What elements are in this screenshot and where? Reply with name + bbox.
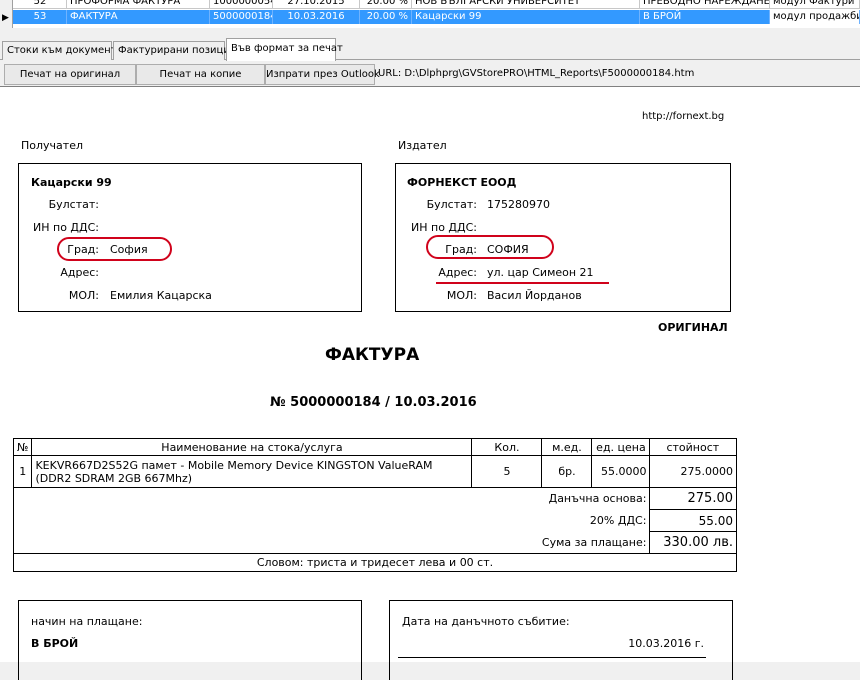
- col-header: ед. цена: [591, 438, 651, 456]
- issuer-address-label: Адрес:: [438, 266, 477, 279]
- tax-event-box: Дата на данъчното събитие: 10.03.2016 г.: [389, 600, 733, 680]
- col-header: Наименование на стока/услуга: [31, 438, 473, 456]
- cell-doc: 1000000054: [210, 0, 273, 9]
- item-name: KEKVR667D2S52G памет - Mobile Memory Dev…: [31, 455, 473, 488]
- selected-row-arrow-icon: ▶: [2, 13, 9, 23]
- invoice-number: № 5000000184 / 10.03.2016: [270, 395, 477, 410]
- send-outlook-button[interactable]: Изпрати през Outlook: [265, 64, 380, 85]
- col-header: м.ед.: [541, 438, 593, 456]
- invoice-title: ФАКТУРА: [325, 345, 420, 365]
- total-label: Сума за плащане:: [12, 531, 651, 554]
- issuer-city-highlight: [426, 235, 554, 259]
- col-header: №: [12, 438, 33, 456]
- site-url: http://fornext.bg: [642, 111, 725, 122]
- recipient-name: Кацарски 99: [31, 176, 112, 189]
- amount-in-words: Словом: триста и тридесет лева и 00 ст.: [13, 553, 737, 572]
- tab-document-items[interactable]: Стоки към документа: [2, 41, 123, 60]
- recipient-heading: Получател: [21, 139, 83, 152]
- cell-payment: ПРЕВОДНО НАРЕЖДАНЕ: [640, 0, 770, 9]
- issuer-bulstat-label: Булстат:: [426, 198, 477, 211]
- tax-event-date: 10.03.2016 г.: [628, 637, 704, 650]
- item-unit: бр.: [541, 455, 593, 488]
- payment-box: начин на плащане: В БРОЙ: [18, 600, 362, 680]
- cell-vat: 20.00 %: [360, 0, 412, 9]
- cell-module: модул продажби: [770, 10, 860, 24]
- cell-type: ПРОФОРМА ФАКТУРА: [67, 0, 210, 9]
- tax-base-value: 275.00: [649, 487, 737, 510]
- recipient-address-label: Адрес:: [60, 266, 99, 279]
- tab-print-format[interactable]: Във формат за печат: [226, 38, 343, 61]
- documents-grid[interactable]: 52 ПРОФОРМА ФАКТУРА 1000000054 27.10.201…: [0, 0, 860, 28]
- issuer-address: ул. цар Симеон 21: [487, 266, 594, 279]
- cell-client: Кацарски 99: [412, 10, 640, 24]
- vat-value: 55.00: [649, 509, 737, 532]
- cell-type: ФАКТУРА: [67, 10, 210, 24]
- grid-row-selected[interactable]: 53 ФАКТУРА 5000000184 10.03.2016 20.00 %…: [0, 10, 860, 24]
- item-num: 1: [12, 455, 33, 488]
- print-original-button[interactable]: Печат на оригинал: [4, 64, 136, 85]
- cell-vat: 20.00 %: [360, 10, 412, 24]
- cell-doc: 5000000184: [210, 10, 273, 24]
- cell-date: 10.03.2016: [273, 10, 360, 24]
- vat-label: 20% ДДС:: [12, 509, 651, 532]
- item-value: 275.0000: [649, 455, 737, 488]
- cell-num: 52: [14, 0, 67, 9]
- cell-module: модул Фактури: [770, 0, 860, 9]
- original-label: ОРИГИНАЛ: [658, 321, 728, 334]
- recipient-city-highlight: [57, 237, 172, 261]
- grid-row[interactable]: 52 ПРОФОРМА ФАКТУРА 1000000054 27.10.201…: [0, 0, 860, 9]
- tab-invoiced-positions[interactable]: Фактурирани позиции: [113, 41, 236, 60]
- cell-num: 53: [14, 10, 67, 24]
- tab-bar: Стоки към документа Фактурирани позиции …: [0, 38, 860, 61]
- issuer-vat-label: ИН по ДДС:: [411, 221, 477, 234]
- items-table: № Наименование на стока/услуга Кол. м.ед…: [12, 438, 737, 572]
- recipient-bulstat-label: Булстат:: [48, 198, 99, 211]
- issuer-mol: Васил Йорданов: [487, 289, 582, 302]
- recipient-mol: Емилия Кацарска: [110, 289, 212, 302]
- recipient-mol-label: МОЛ:: [68, 289, 99, 302]
- cell-date: 27.10.2015: [273, 0, 360, 9]
- item-price: 55.0000: [591, 455, 651, 488]
- toolbar: Печат на оригинал Печат на копие Изпрати…: [0, 63, 860, 86]
- tax-event-label: Дата на данъчното събитие:: [402, 615, 570, 628]
- issuer-name: ФОРНЕКСТ ЕООД: [407, 176, 517, 189]
- tax-base-label: Данъчна основа:: [12, 487, 651, 510]
- issuer-heading: Издател: [398, 139, 447, 152]
- col-header: Кол.: [471, 438, 543, 456]
- row-indicator: ▶: [0, 0, 13, 28]
- print-copy-button[interactable]: Печат на копие: [136, 64, 265, 85]
- recipient-vat-label: ИН по ДДС:: [33, 221, 99, 234]
- table-row: 1 KEKVR667D2S52G памет - Mobile Memory D…: [12, 455, 737, 488]
- payment-value: В БРОЙ: [31, 637, 79, 650]
- cell-payment: В БРОЙ: [640, 10, 770, 24]
- document-view[interactable]: http://fornext.bg Получател Издател Каца…: [0, 86, 860, 680]
- issuer-address-underline: [436, 282, 609, 284]
- tax-event-divider: [398, 657, 706, 658]
- total-value: 330.00 лв.: [649, 531, 737, 554]
- issuer-bulstat: 175280970: [487, 198, 550, 211]
- issuer-mol-label: МОЛ:: [446, 289, 477, 302]
- cell-client: НОВ БЪЛГАРСКИ УНИВЕРСИТЕТ: [412, 0, 640, 9]
- payment-label: начин на плащане:: [31, 615, 143, 628]
- item-qty: 5: [471, 455, 543, 488]
- col-header: стойност: [649, 438, 737, 456]
- report-url: URL: D:\Dlphprg\GVStorePRO\HTML_Reports\…: [378, 68, 695, 79]
